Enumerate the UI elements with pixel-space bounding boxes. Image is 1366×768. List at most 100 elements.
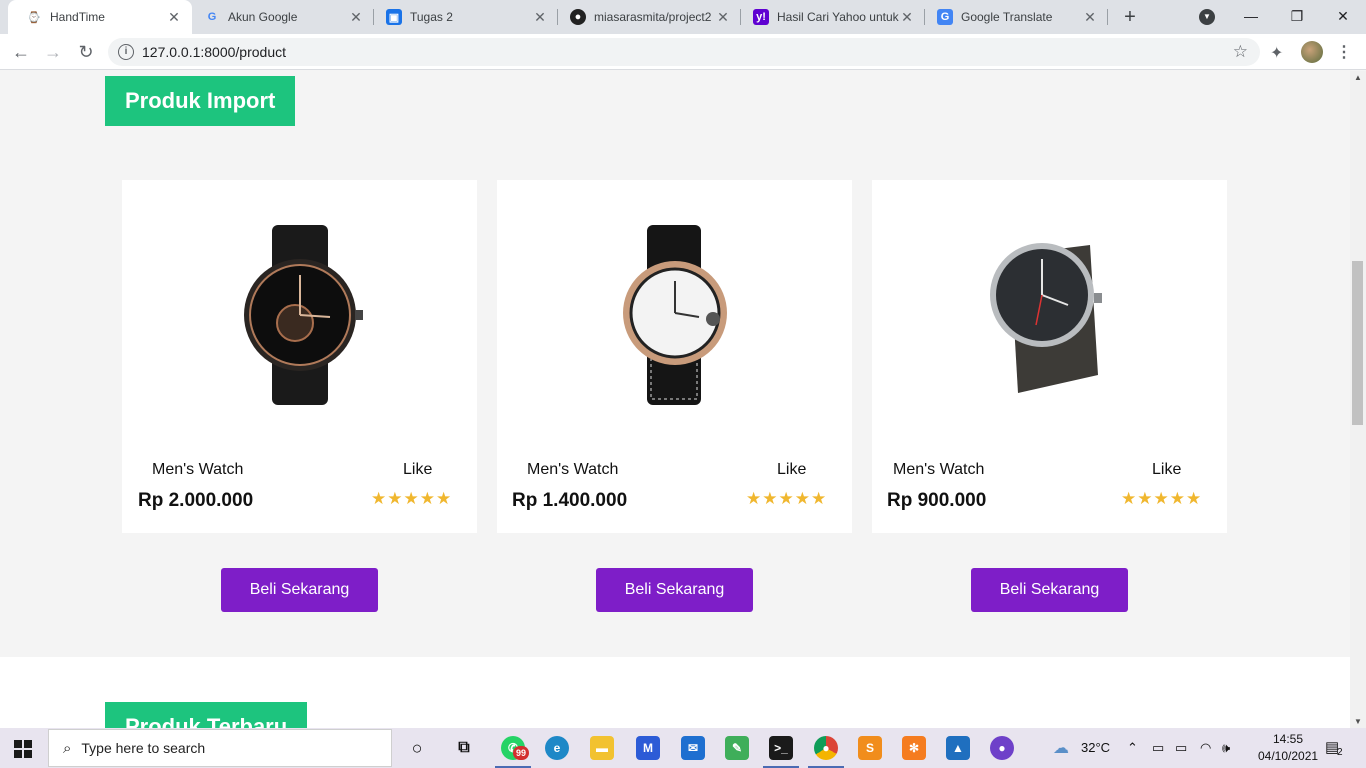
product-card: Men's Watch Rp 2.000.000 Like ★★★★★	[122, 180, 477, 533]
github-desktop-icon[interactable]: ●	[990, 736, 1014, 760]
bookmark-star-icon[interactable]: ☆	[1233, 42, 1248, 62]
tab-title: HandTime	[50, 10, 105, 24]
file-explorer-icon[interactable]: ▬	[590, 736, 614, 760]
scroll-down-icon[interactable]: ▼	[1354, 717, 1362, 726]
tab-title: miasarasmita/project2	[594, 10, 712, 24]
like-button[interactable]: Like	[403, 461, 432, 479]
notification-count: 2	[1337, 747, 1343, 758]
tab-search-icon[interactable]: ▼	[1199, 9, 1215, 25]
edge-icon[interactable]: e	[545, 736, 569, 760]
volume-icon[interactable]: 🕪	[1222, 740, 1230, 756]
battery-icon[interactable]: ▭	[1175, 740, 1187, 756]
product-card: Men's Watch Rp 1.400.000 Like ★★★★★	[497, 180, 852, 533]
github-icon: ●	[570, 9, 586, 25]
product-card: Men's Watch Rp 900.000 Like ★★★★★	[872, 180, 1227, 533]
weather-cloud-icon[interactable]: ☁	[1053, 738, 1069, 758]
windows-start-icon[interactable]	[14, 740, 32, 758]
search-placeholder: Type here to search	[81, 740, 206, 756]
weather-temperature[interactable]: 32°C	[1081, 740, 1110, 755]
product-name: Men's Watch	[893, 461, 985, 478]
rating-stars: ★★★★★	[371, 489, 453, 508]
notification-badge: 99	[513, 746, 529, 760]
buy-now-button[interactable]: Beli Sekarang	[596, 568, 753, 612]
terminal-icon[interactable]: >_	[763, 736, 799, 768]
close-window-button[interactable]: ✕	[1320, 0, 1366, 32]
restore-button[interactable]: ❐	[1274, 0, 1320, 32]
product-image[interactable]	[872, 180, 1227, 450]
tab-yahoo-search[interactable]: y! Hasil Cari Yahoo untuk ✕	[741, 0, 925, 34]
product-price: Rp 2.000.000	[138, 490, 254, 511]
page-scrollbar[interactable]: ▲ ▼	[1350, 71, 1366, 728]
rating-stars: ★★★★★	[746, 489, 828, 508]
classroom-icon: ▣	[386, 9, 402, 25]
search-icon: ⌕	[63, 739, 72, 757]
profile-avatar[interactable]	[1301, 41, 1323, 63]
photos-icon[interactable]: ▲	[946, 736, 970, 760]
tab-github-project[interactable]: ● miasarasmita/project2 ✕	[558, 0, 741, 34]
close-icon[interactable]: ✕	[166, 9, 182, 26]
scroll-up-icon[interactable]: ▲	[1354, 73, 1362, 82]
cortana-icon[interactable]: ○	[405, 736, 429, 760]
mail-icon[interactable]: ✉	[681, 736, 705, 760]
close-icon[interactable]: ✕	[348, 9, 364, 26]
forward-button[interactable]: →	[41, 40, 65, 64]
product-name: Men's Watch	[527, 461, 619, 478]
clock-time: 14:55	[1272, 732, 1304, 746]
address-bar[interactable]: i 127.0.0.1:8000/product ☆	[108, 38, 1260, 66]
windows-taskbar: ⌕ Type here to search ○ ⧉ ✆ 99 e ▬ M ✉ ✎…	[0, 728, 1366, 768]
tab-strip: ⌚ HandTime ✕ G Akun Google ✕ ▣ Tugas 2 ✕…	[0, 0, 1366, 34]
task-view-icon[interactable]: ⧉	[452, 736, 476, 760]
chevron-up-icon[interactable]: ⌃	[1127, 740, 1138, 756]
handtime-favicon: ⌚	[27, 11, 41, 24]
sublime-text-icon[interactable]: S	[858, 736, 882, 760]
product-price: Rp 900.000	[887, 490, 987, 511]
translate-icon: G	[937, 9, 953, 25]
system-clock[interactable]: 14:55 04/10/2021	[1258, 731, 1318, 765]
close-icon[interactable]: ✕	[715, 9, 731, 26]
close-icon[interactable]: ✕	[532, 9, 548, 26]
url-text[interactable]: 127.0.0.1:8000/product	[142, 44, 286, 60]
like-button[interactable]: Like	[777, 461, 806, 479]
new-tab-button[interactable]: +	[1118, 5, 1142, 29]
yahoo-icon: y!	[753, 9, 769, 25]
wifi-icon[interactable]: ◠	[1200, 740, 1211, 756]
chrome-icon[interactable]: ●	[808, 736, 844, 768]
tab-title: Hasil Cari Yahoo untuk	[777, 10, 899, 24]
back-button[interactable]: ←	[9, 40, 33, 64]
buy-now-button[interactable]: Beli Sekarang	[221, 568, 378, 612]
tab-google-translate[interactable]: G Google Translate ✕	[925, 0, 1108, 34]
buy-now-button[interactable]: Beli Sekarang	[971, 568, 1128, 612]
tab-handtime[interactable]: ⌚ HandTime ✕	[8, 0, 192, 34]
tab-title: Tugas 2	[410, 10, 453, 24]
section-title: Produk Import	[105, 76, 296, 126]
tab-akun-google[interactable]: G Akun Google ✕	[192, 0, 374, 34]
close-icon[interactable]: ✕	[899, 9, 915, 26]
tab-title: Akun Google	[228, 10, 298, 24]
product-image[interactable]	[122, 180, 477, 450]
android-studio-icon[interactable]: ✎	[725, 736, 749, 760]
like-button[interactable]: Like	[1152, 461, 1181, 479]
scrollbar-thumb[interactable]	[1352, 261, 1363, 425]
browser-toolbar: ← → ↻ i 127.0.0.1:8000/product ☆ ✦ ⋮	[0, 34, 1366, 70]
whatsapp-icon[interactable]: ✆ 99	[495, 736, 531, 768]
media-app-icon[interactable]: M	[636, 736, 660, 760]
meet-now-icon[interactable]: ▭	[1152, 740, 1164, 756]
tab-title: Google Translate	[961, 10, 1053, 24]
minimize-button[interactable]: —	[1228, 0, 1274, 32]
taskbar-search-input[interactable]: ⌕ Type here to search	[48, 729, 392, 767]
product-image[interactable]	[497, 180, 852, 450]
section-title: Produk Terbaru	[105, 702, 308, 728]
browser-menu-icon[interactable]: ⋮	[1336, 42, 1352, 62]
tab-separator	[1107, 9, 1108, 25]
product-name: Men's Watch	[152, 461, 244, 478]
xampp-icon[interactable]: ✻	[902, 736, 926, 760]
reload-button[interactable]: ↻	[74, 40, 98, 64]
product-price: Rp 1.400.000	[512, 490, 628, 511]
tab-tugas-2[interactable]: ▣ Tugas 2 ✕	[374, 0, 558, 34]
clock-date: 04/10/2021	[1258, 749, 1319, 763]
site-info-icon[interactable]: i	[118, 44, 134, 60]
page-viewport: Produk Import Men's Watch Rp 2.000.000 L…	[0, 71, 1350, 728]
extensions-icon[interactable]: ✦	[1270, 43, 1283, 63]
google-icon: G	[207, 11, 217, 23]
close-icon[interactable]: ✕	[1082, 9, 1098, 26]
